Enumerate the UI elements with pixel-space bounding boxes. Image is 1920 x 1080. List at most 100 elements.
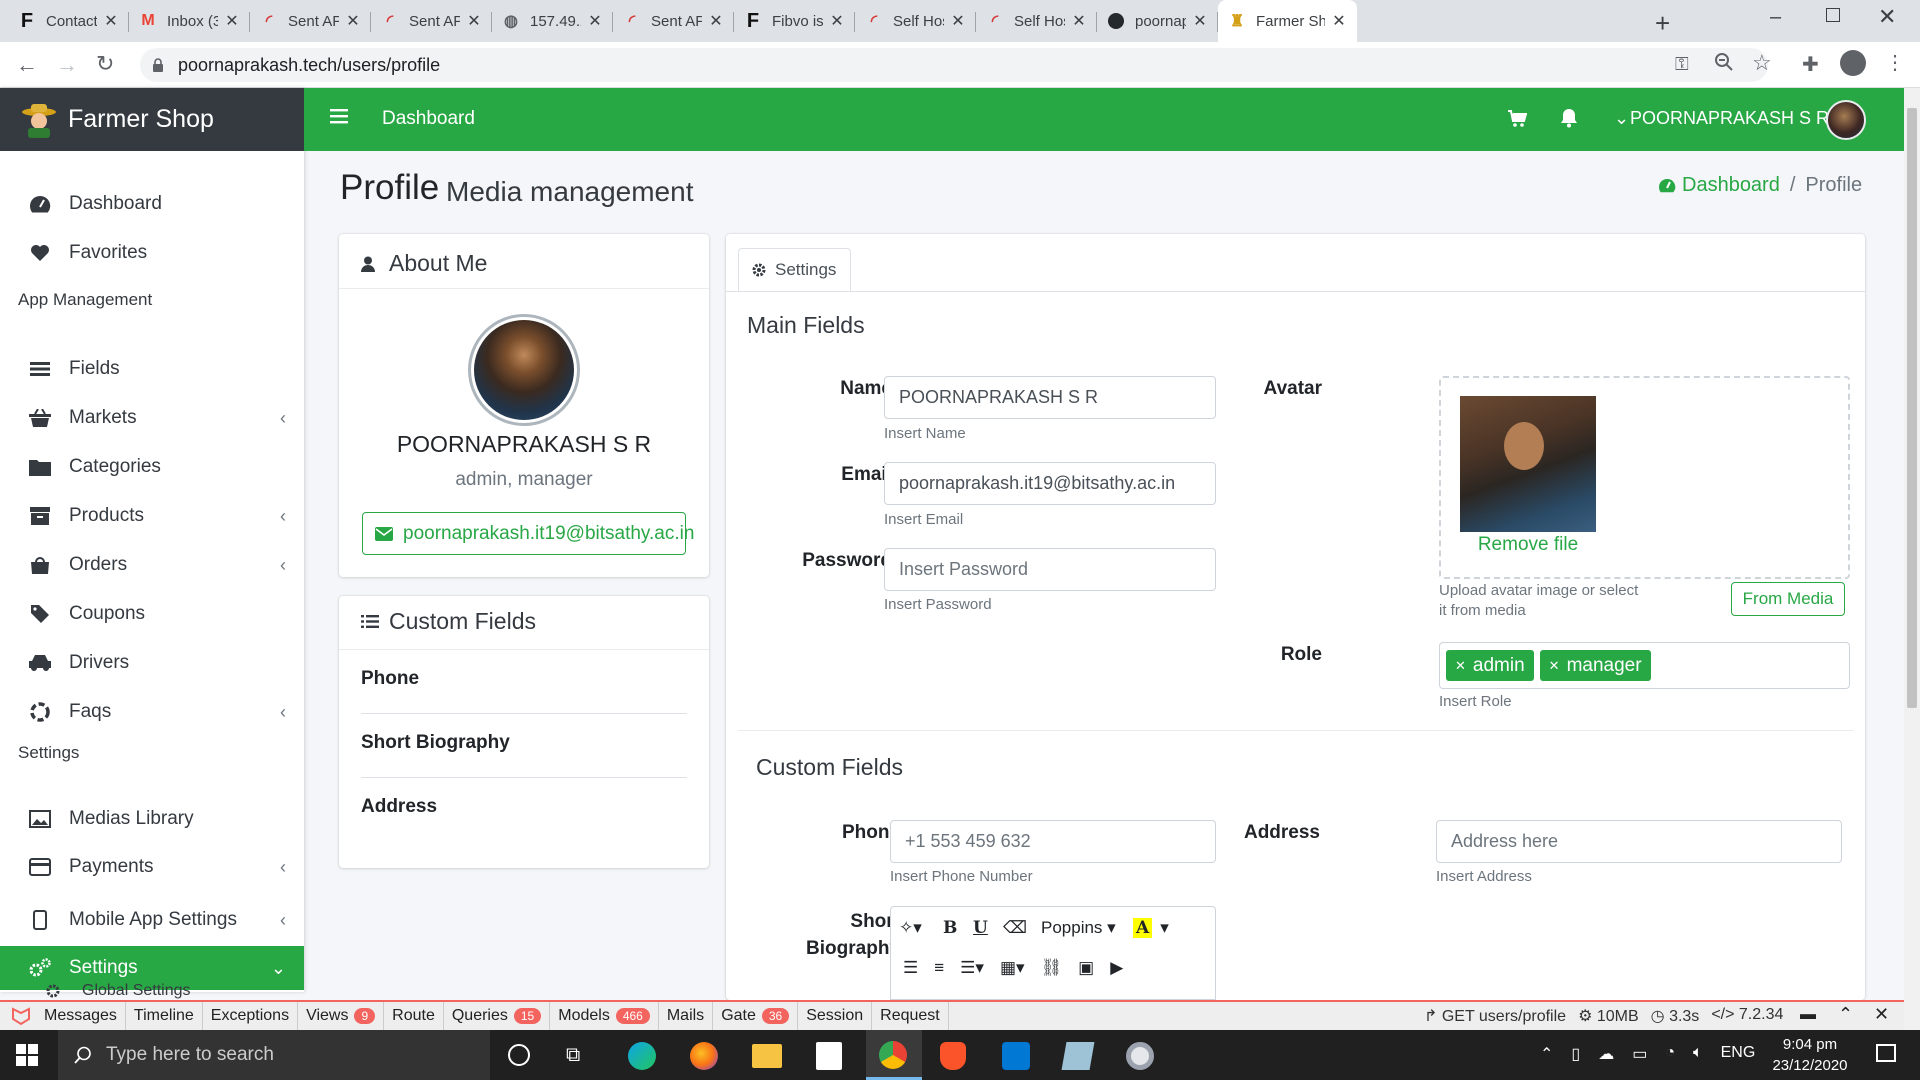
sidebar-item-dashboard[interactable]: Dashboard — [0, 182, 304, 226]
page-scrollbar[interactable] — [1904, 88, 1920, 1030]
debugbar-close-icon[interactable]: ✕ — [1874, 1004, 1889, 1025]
tab-close-icon[interactable]: ✕ — [1192, 11, 1208, 31]
tab-close-icon[interactable]: ✕ — [103, 11, 119, 31]
key-icon[interactable]: ⚿ — [1675, 54, 1689, 75]
folder-icon[interactable]: ▬ — [1800, 1006, 1816, 1024]
email-input[interactable]: poornaprakash.it19@bitsathy.ac.in — [884, 462, 1216, 505]
media-player-icon[interactable] — [1126, 1042, 1154, 1070]
debugbar-tab-gate[interactable]: Gate 36 — [713, 1002, 799, 1030]
hamburger-icon[interactable] — [330, 108, 348, 124]
tab-close-icon[interactable]: ✕ — [1071, 11, 1087, 31]
password-input[interactable]: Insert Password — [884, 548, 1216, 591]
debugbar-tab-mails[interactable]: Mails — [659, 1002, 714, 1030]
browser-tab[interactable]: ♜ Farmer Sh ✕ — [1218, 0, 1357, 42]
debugbar-tab-messages[interactable]: Messages — [36, 1002, 126, 1030]
from-media-button[interactable]: From Media — [1731, 582, 1845, 616]
browser-tab[interactable]: poornapra ✕ — [1097, 0, 1218, 42]
sidebar-item-fields[interactable]: Fields — [0, 347, 304, 391]
taskbar-search[interactable]: Type here to search — [58, 1030, 490, 1080]
tag-remove-icon[interactable]: ✕ — [1455, 658, 1466, 674]
cortana-icon[interactable] — [508, 1044, 530, 1066]
minimize-icon[interactable]: – — [1770, 6, 1781, 29]
edge-icon[interactable] — [628, 1042, 656, 1070]
tab-close-icon[interactable]: ✕ — [829, 11, 845, 31]
tab-close-icon[interactable]: ✕ — [708, 11, 724, 31]
role-tag[interactable]: ✕ admin — [1446, 650, 1534, 681]
app-icon[interactable] — [1061, 1042, 1095, 1070]
bullet-list-icon[interactable]: ☰ — [903, 958, 918, 978]
maximize-icon[interactable] — [1826, 8, 1840, 22]
image-icon[interactable]: ▣ — [1078, 958, 1094, 978]
brave-icon[interactable] — [940, 1042, 966, 1070]
tray-clock[interactable]: 9:04 pm 23/12/2020 — [1760, 1034, 1860, 1076]
profile-email-button[interactable]: poornaprakash.it19@bitsathy.ac.in — [362, 512, 694, 555]
video-icon[interactable]: ▶ — [1110, 958, 1123, 978]
tray-cloud-icon[interactable]: ☁ — [1598, 1044, 1614, 1064]
menu-dots-icon[interactable]: ⋮ — [1885, 50, 1905, 75]
windows-start-icon[interactable] — [16, 1044, 38, 1066]
notifications-icon[interactable] — [1876, 1044, 1896, 1062]
breadcrumb-dashboard-link[interactable]: Dashboard — [1682, 174, 1780, 197]
star-icon[interactable]: ☆ — [1752, 50, 1772, 76]
navbar-avatar[interactable] — [1826, 100, 1866, 140]
scrollbar-thumb[interactable] — [1907, 108, 1917, 708]
firefox-icon[interactable] — [690, 1042, 718, 1070]
underline-icon[interactable]: U — [973, 918, 995, 938]
debugbar-tab-session[interactable]: Session — [798, 1002, 873, 1030]
debugbar-logo-icon[interactable] — [10, 1006, 32, 1026]
back-icon[interactable]: ← — [16, 52, 38, 78]
sidebar-item-markets[interactable]: Markets ‹ — [0, 396, 304, 440]
font-family-select[interactable]: Poppins ▾ — [1035, 918, 1125, 938]
sidebar-item-orders[interactable]: Orders ‹ — [0, 543, 304, 587]
tab-close-icon[interactable]: ✕ — [466, 11, 482, 31]
sidebar-item-favorites[interactable]: Favorites — [0, 231, 304, 275]
debugbar-route[interactable]: ↱ GET users/profile — [1424, 1006, 1566, 1026]
link-icon[interactable]: ⛓ — [1041, 958, 1063, 978]
task-view-icon[interactable]: ⧉ — [566, 1044, 580, 1067]
tray-device-icon[interactable]: ▯ — [1571, 1044, 1580, 1064]
reload-icon[interactable]: ↻ — [96, 51, 114, 77]
sidebar-item-drivers[interactable]: Drivers — [0, 641, 304, 685]
sidebar-item-categories[interactable]: Categories — [0, 445, 304, 489]
debugbar-tab-request[interactable]: Request — [872, 1002, 949, 1030]
user-menu-chevron-icon[interactable]: ⌄ — [1614, 108, 1629, 129]
tab-close-icon[interactable]: ✕ — [1331, 11, 1347, 31]
tray-battery-icon[interactable]: ▭ — [1632, 1044, 1647, 1064]
eraser-icon[interactable]: ⌫ — [1003, 918, 1027, 938]
browser-tab[interactable]: ◍ 157.49.25 ✕ — [492, 0, 613, 42]
browser-tab[interactable]: ◜ Sent API A ✕ — [371, 0, 492, 42]
align-icon[interactable]: ☰▾ — [960, 958, 984, 978]
browser-tab[interactable]: F Contact U ✕ — [8, 0, 129, 42]
browser-tab[interactable]: F Fibvo is a ✕ — [734, 0, 855, 42]
sidebar-item-faqs[interactable]: Faqs ‹ — [0, 690, 304, 734]
collapse-up-icon[interactable]: ⌃ — [1838, 1004, 1853, 1025]
browser-tab[interactable]: ◜ Sent API A ✕ — [613, 0, 734, 42]
magic-wand-icon[interactable]: ✧▾ — [899, 918, 935, 938]
table-icon[interactable]: ▦▾ — [1000, 958, 1025, 978]
bold-icon[interactable]: B — [943, 918, 965, 938]
debugbar-tab-models[interactable]: Models 466 — [550, 1002, 659, 1030]
extensions-icon[interactable]: ✚ — [1802, 52, 1819, 77]
sidebar-item-coupons[interactable]: Coupons — [0, 592, 304, 636]
tab-close-icon[interactable]: ✕ — [224, 11, 240, 31]
tray-language[interactable]: ENG — [1721, 1044, 1756, 1064]
role-tag[interactable]: ✕ manager — [1539, 650, 1651, 681]
browser-tab[interactable]: ◜ Self Hoste ✕ — [855, 0, 976, 42]
sidebar-item-products[interactable]: Products ‹ — [0, 494, 304, 538]
tab-settings[interactable]: Settings — [738, 248, 851, 292]
browser-tab[interactable]: M Inbox (3,7 ✕ — [129, 0, 250, 42]
debugbar-tab-route[interactable]: Route — [384, 1002, 444, 1030]
debugbar-tab-views[interactable]: Views 9 — [298, 1002, 385, 1030]
avatar-dropzone[interactable]: Remove file — [1439, 376, 1850, 579]
new-tab-icon[interactable]: + — [1655, 8, 1670, 39]
phone-input[interactable]: +1 553 459 632 — [890, 820, 1216, 863]
role-select[interactable]: ✕ admin ✕ manager — [1439, 642, 1850, 689]
tab-close-icon[interactable]: ✕ — [587, 11, 603, 31]
debugbar-tab-queries[interactable]: Queries 15 — [444, 1002, 551, 1030]
sidebar-item-payments[interactable]: Payments ‹ — [0, 845, 304, 889]
cart-icon[interactable] — [1507, 110, 1527, 128]
sidebar-item-mobile-app-settings[interactable]: Mobile App Settings ‹ — [0, 898, 304, 942]
remove-file-link[interactable]: Remove file — [1460, 534, 1596, 556]
name-input[interactable]: POORNAPRAKASH S R — [884, 376, 1216, 419]
browser-tab[interactable]: ◜ Self Hoste ✕ — [976, 0, 1097, 42]
